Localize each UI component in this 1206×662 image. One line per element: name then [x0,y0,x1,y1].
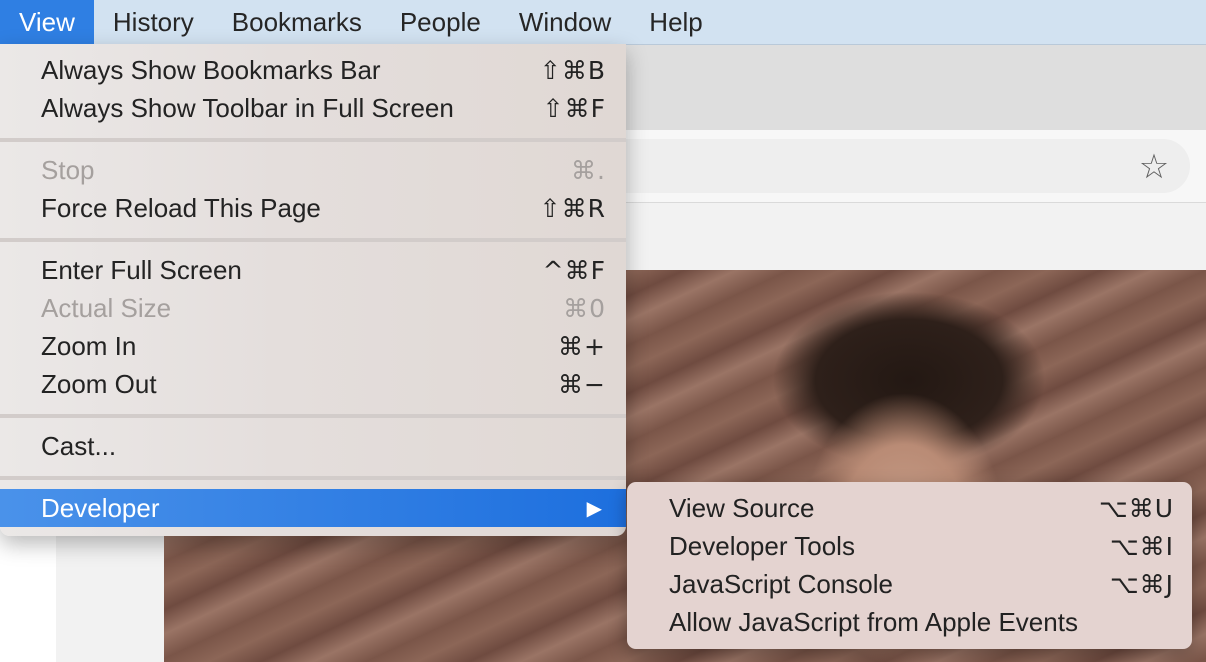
menu-help[interactable]: Help [630,0,721,44]
menu-item-label: Zoom In [41,330,137,361]
menu-separator [0,414,626,418]
menu-item-zoom-out[interactable]: Zoom Out ⌘− [0,365,626,403]
address-bar[interactable] [560,139,1190,193]
menu-item-label: Enter Full Screen [41,254,242,285]
menu-item-enter-full-screen[interactable]: Enter Full Screen ^⌘F [0,251,626,289]
menu-item-shortcut: ⌘0 [563,293,606,323]
menu-item-shortcut: ⇧⌘B [539,55,606,85]
menu-item-label: Allow JavaScript from Apple Events [669,606,1078,637]
menu-item-shortcut: ⌘. [571,155,606,185]
submenu-item-allow-javascript-apple-events[interactable]: Allow JavaScript from Apple Events [627,603,1192,641]
menu-item-always-show-toolbar-full-screen[interactable]: Always Show Toolbar in Full Screen ⇧⌘F [0,89,626,127]
menu-item-label: Force Reload This Page [41,192,321,223]
menu-people[interactable]: People [381,0,500,44]
developer-submenu: View Source ⌥⌘U Developer Tools ⌥⌘I Java… [627,482,1192,649]
view-menu-dropdown: Always Show Bookmarks Bar ⇧⌘B Always Sho… [0,44,626,536]
menu-item-shortcut: ^⌘F [542,255,606,285]
menu-item-shortcut: ⌥⌘U [1098,493,1174,523]
menu-item-shortcut: ⌘− [558,369,606,399]
star-icon[interactable]: ☆ [1134,147,1174,187]
menu-item-label: View Source [669,492,815,523]
menu-separator [0,138,626,142]
menu-item-stop: Stop ⌘. [0,151,626,189]
menu-bar: View History Bookmarks People Window Hel… [0,0,1206,45]
menu-item-actual-size: Actual Size ⌘0 [0,289,626,327]
menu-item-shortcut: ⌥⌘J [1109,569,1174,599]
menu-item-shortcut: ⌥⌘I [1109,531,1174,561]
menu-item-shortcut: ⇧⌘R [539,193,606,223]
menu-view[interactable]: View [0,0,94,44]
menu-item-label: Developer Tools [669,530,855,561]
menu-item-zoom-in[interactable]: Zoom In ⌘+ [0,327,626,365]
submenu-item-view-source[interactable]: View Source ⌥⌘U [627,489,1192,527]
menu-item-shortcut: ⇧⌘F [542,93,606,123]
menu-separator [0,238,626,242]
menu-item-label: Actual Size [41,292,172,323]
menu-item-label: Stop [41,154,95,185]
submenu-arrow-icon: ▶ [586,496,602,520]
menu-window[interactable]: Window [500,0,630,44]
submenu-item-developer-tools[interactable]: Developer Tools ⌥⌘I [627,527,1192,565]
menu-separator [0,476,626,480]
menu-item-cast[interactable]: Cast... [0,427,626,465]
menu-item-developer[interactable]: Developer ▶ [0,489,626,527]
menu-item-label: Always Show Toolbar in Full Screen [41,92,454,123]
menu-item-label: JavaScript Console [669,568,893,599]
menu-item-label: Zoom Out [41,368,157,399]
menu-item-label: Always Show Bookmarks Bar [41,54,381,85]
submenu-item-javascript-console[interactable]: JavaScript Console ⌥⌘J [627,565,1192,603]
menu-item-force-reload[interactable]: Force Reload This Page ⇧⌘R [0,189,626,227]
menu-bookmarks[interactable]: Bookmarks [213,0,381,44]
menu-item-shortcut: ⌘+ [558,331,606,361]
menu-history[interactable]: History [94,0,213,44]
menu-item-always-show-bookmarks-bar[interactable]: Always Show Bookmarks Bar ⇧⌘B [0,51,626,89]
menu-item-label: Cast... [41,430,117,461]
menu-item-label: Developer [41,492,160,523]
